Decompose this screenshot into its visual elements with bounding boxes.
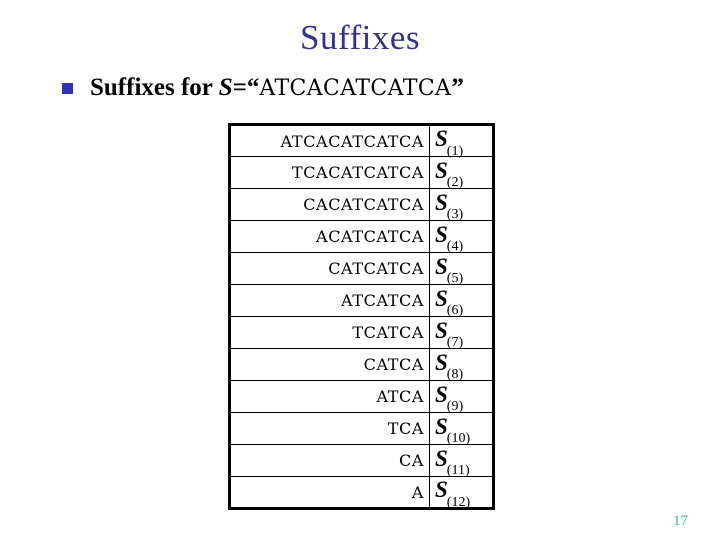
suffix-label-symbol: S — [435, 157, 448, 183]
suffix-cell: TCATCA — [229, 316, 430, 349]
open-quote: “ — [246, 74, 260, 101]
suffix-label-symbol: S — [435, 381, 448, 407]
table-row: CATCA S(8) — [229, 348, 494, 383]
suffix-label-symbol: S — [435, 413, 448, 439]
suffix-label-index: (4) — [446, 239, 464, 255]
suffix-label-cell: S(10) — [429, 412, 494, 447]
suffix-cell: ATCATCA — [229, 284, 430, 317]
suffix-label-symbol: S — [435, 126, 448, 152]
table-row: ACATCATCA S(4) — [229, 220, 494, 255]
slide-title: Suffixes — [299, 18, 421, 57]
suffix-label-cell: S(9) — [429, 380, 494, 415]
suffix-label-symbol: S — [435, 189, 448, 215]
suffix-label-index: (2) — [446, 175, 464, 191]
suffix-label-index: (6) — [446, 303, 464, 319]
bullet-text: Suffixes for S=“ATCACATCATCA” — [90, 74, 464, 103]
suffix-cell: ATCA — [229, 380, 430, 413]
suffix-label-index: (11) — [446, 463, 470, 479]
bullet-line: Suffixes for S=“ATCACATCATCA” — [62, 74, 464, 103]
full-sequence: ATCACATCATCA — [259, 76, 452, 101]
suffix-label-cell: S(3) — [429, 188, 494, 223]
table-row: TCATCA S(7) — [229, 316, 494, 351]
sequence-variable: S — [218, 74, 233, 101]
suffix-cell: CATCA — [229, 348, 430, 381]
suffix-label-cell: S(5) — [429, 252, 494, 287]
suffix-label-symbol: S — [435, 221, 448, 247]
table-row: ATCATCA S(6) — [229, 284, 494, 319]
suffix-table-body: ATCACATCATCA S(1) TCACATCATCA S(2) CACATCATC… — [229, 124, 494, 510]
suffix-label-symbol: S — [435, 317, 448, 343]
suffix-label-cell: S(6) — [429, 284, 494, 319]
suffix-label-symbol: S — [435, 349, 448, 375]
table-row: CA S(11) — [229, 444, 494, 479]
table-row: CATCATCA S(5) — [229, 252, 494, 287]
close-quote: ” — [451, 74, 464, 101]
suffix-label-index: (3) — [446, 207, 464, 223]
suffix-label-index: (12) — [446, 494, 471, 510]
table-row: TCA S(10) — [229, 412, 494, 447]
equals-sign: = — [232, 74, 247, 101]
table-row: ATCACATCATCA S(1) — [229, 124, 494, 159]
suffix-label-symbol: S — [435, 477, 448, 503]
suffix-label-cell: S(2) — [429, 156, 494, 191]
suffix-cell: ACATCATCA — [229, 220, 430, 253]
suffix-cell: CA — [229, 444, 430, 477]
suffix-label-index: (7) — [446, 335, 464, 351]
suffix-label-index: (5) — [446, 271, 464, 287]
suffix-label-symbol: S — [435, 285, 448, 311]
table-row: ATCA S(9) — [229, 380, 494, 415]
suffix-cell: CATCATCA — [229, 252, 430, 285]
suffix-cell: TCACATCATCA — [229, 156, 430, 189]
suffix-label-cell: S(4) — [429, 220, 494, 255]
page-number: 17 — [673, 513, 688, 529]
suffix-label-cell: S(8) — [429, 348, 494, 383]
suffix-label-cell: S(7) — [429, 316, 494, 351]
suffix-label-index: (10) — [446, 431, 471, 447]
square-bullet-icon — [62, 83, 73, 94]
table-row: CACATCATCA S(3) — [229, 188, 494, 223]
suffix-label-symbol: S — [435, 445, 448, 471]
suffix-table: ATCACATCATCA S(1) TCACATCATCA S(2) CACATCATC… — [228, 123, 495, 510]
suffix-label-cell: S(1) — [429, 124, 494, 159]
suffix-label-symbol: S — [435, 253, 448, 279]
suffix-cell: TCA — [229, 412, 430, 445]
bullet-text-prefix: Suffixes for — [90, 74, 219, 101]
suffix-cell: CACATCATCA — [229, 188, 430, 221]
suffix-label-index: (1) — [446, 143, 464, 159]
suffix-cell: ATCACATCATCA — [229, 124, 430, 157]
suffix-cell: A — [229, 476, 430, 509]
table-row: A S(12) — [229, 476, 494, 510]
table-row: TCACATCATCA S(2) — [229, 156, 494, 191]
suffix-label-index: (9) — [446, 399, 464, 415]
suffix-label-index: (8) — [446, 367, 464, 383]
suffix-label-cell: S(11) — [429, 444, 494, 479]
suffix-label-cell: S(12) — [429, 476, 494, 510]
